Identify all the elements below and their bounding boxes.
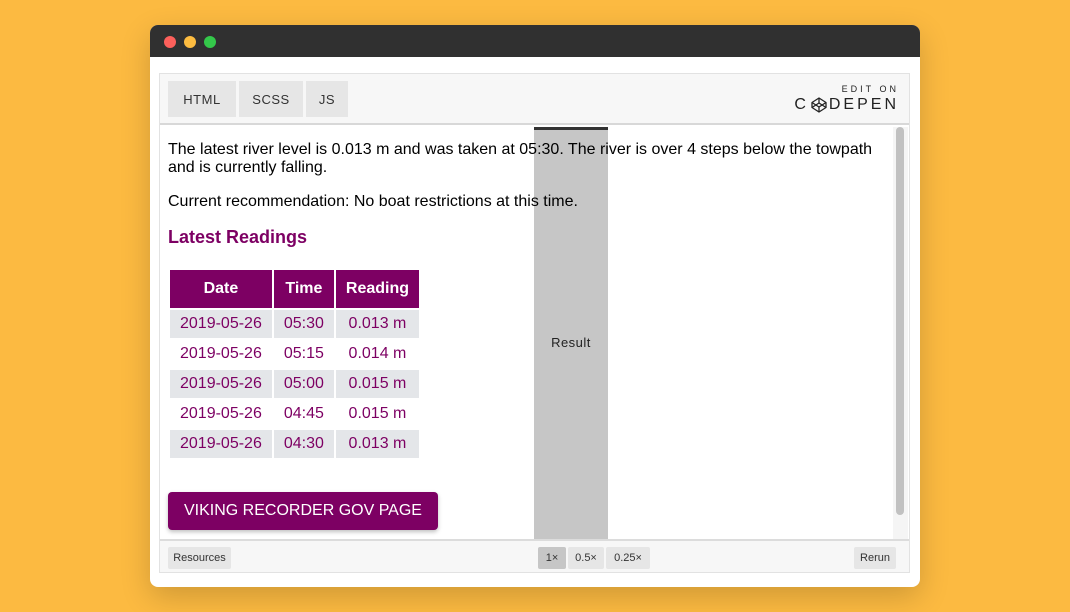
column-header-reading: Reading [335, 270, 420, 308]
codepen-logo: C DEPEN [794, 96, 899, 114]
table-row: 2019-05-26 05:00 0.015 m [170, 370, 420, 398]
viking-recorder-gov-page-button[interactable]: VIKING RECORDER GOV PAGE [168, 492, 438, 530]
codepen-cube-icon [811, 97, 827, 113]
zoom-0-25x-button[interactable]: 0.25× [606, 547, 650, 569]
time-cell: 05:00 [273, 370, 334, 398]
codepen-name-start: C [794, 96, 809, 113]
tab-js[interactable]: JS [306, 81, 348, 117]
rerun-button[interactable]: Rerun [854, 547, 896, 569]
reading-cell: 0.013 m [335, 310, 420, 338]
scrollbar-thumb[interactable] [896, 127, 904, 515]
date-cell: 2019-05-26 [180, 345, 262, 362]
recommendation-text: Current recommendation: No boat restrict… [168, 193, 578, 210]
reading-cell: 0.015 m [348, 405, 407, 422]
tab-html[interactable]: HTML [168, 81, 236, 117]
time-cell: 04:30 [273, 430, 334, 458]
column-header-time: Time [273, 270, 334, 308]
codepen-name-end: DEPEN [828, 96, 899, 113]
codepen-embed: HTML SCSS JS Result EDIT ON C DEPEN The … [159, 73, 910, 573]
date-cell: 2019-05-26 [170, 370, 272, 398]
edit-on-label: EDIT ON [841, 84, 899, 94]
browser-window: HTML SCSS JS Result EDIT ON C DEPEN The … [150, 25, 920, 587]
resources-button[interactable]: Resources [168, 547, 231, 569]
tab-scss[interactable]: SCSS [239, 81, 303, 117]
date-cell: 2019-05-26 [170, 310, 272, 338]
column-header-date: Date [170, 270, 272, 308]
river-status-text: The latest river level is 0.013 m and wa… [168, 141, 873, 176]
close-window-icon[interactable] [164, 36, 176, 48]
table-header-row: Date Time Reading [170, 270, 420, 308]
result-pane: The latest river level is 0.013 m and wa… [160, 127, 893, 541]
time-cell: 05:15 [283, 345, 324, 362]
table-row: 2019-05-26 04:30 0.013 m [170, 430, 420, 458]
zoom-1x-button[interactable]: 1× [538, 547, 566, 569]
zoom-0-5x-button[interactable]: 0.5× [568, 547, 604, 569]
readings-table: Date Time Reading 2019-05-26 05:30 0.013… [168, 268, 421, 460]
date-cell: 2019-05-26 [170, 430, 272, 458]
table-row: 2019-05-26 05:30 0.013 m [170, 310, 420, 338]
table-row: 2019-05-26 04:45 0.015 m [170, 400, 419, 428]
reading-cell: 0.013 m [335, 430, 420, 458]
reading-cell: 0.015 m [335, 370, 420, 398]
latest-readings-heading: Latest Readings [168, 227, 308, 247]
window-titlebar [150, 25, 920, 57]
edit-on-codepen-link[interactable]: EDIT ON C DEPEN [794, 84, 899, 114]
reading-cell: 0.014 m [348, 345, 407, 362]
date-cell: 2019-05-26 [180, 405, 262, 422]
table-row: 2019-05-26 05:15 0.014 m [170, 340, 419, 368]
time-cell: 05:30 [273, 310, 334, 338]
maximize-window-icon[interactable] [204, 36, 216, 48]
codepen-toolbar: HTML SCSS JS Result EDIT ON C DEPEN [160, 74, 909, 541]
time-cell: 04:45 [283, 405, 324, 422]
codepen-footer: Resources 1× 0.5× 0.25× Rerun [160, 539, 909, 572]
result-scrollbar[interactable] [893, 127, 908, 541]
minimize-window-icon[interactable] [184, 36, 196, 48]
